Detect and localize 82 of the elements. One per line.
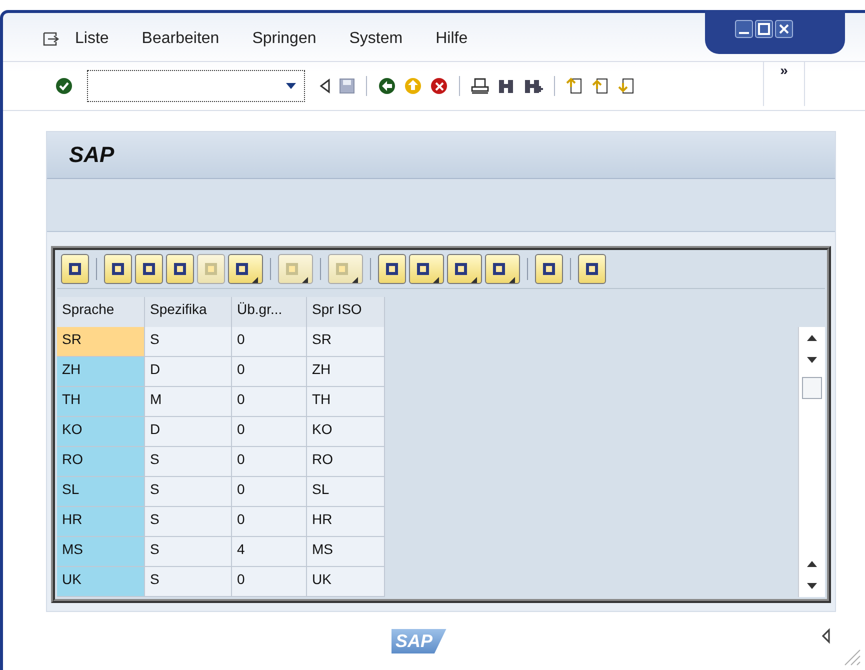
document-button[interactable] [378, 254, 406, 284]
table-cell: S [145, 447, 232, 477]
table-cell: SR [307, 327, 385, 357]
table-cell: SL [307, 477, 385, 507]
table-cell: MS [57, 537, 145, 567]
filter-funnel-button[interactable] [135, 254, 163, 284]
table-cell: HR [307, 507, 385, 537]
table-cell: M [145, 387, 232, 417]
scroll-thumb[interactable] [802, 377, 822, 399]
triangle-left-icon[interactable] [319, 78, 331, 94]
filter-button[interactable] [228, 254, 263, 284]
table-cell: RO [307, 447, 385, 477]
triangle-left-icon[interactable] [821, 628, 831, 644]
screen-title: SAP [69, 142, 114, 168]
table-cell: S [145, 537, 232, 567]
table-cell: SL [57, 477, 145, 507]
table-cell: 0 [232, 417, 307, 447]
table-cell: UK [307, 567, 385, 597]
table-cell: ZH [307, 357, 385, 387]
table-cell: 4 [232, 537, 307, 567]
menu-item[interactable]: Hilfe [436, 30, 468, 48]
more-button[interactable]: » [763, 62, 805, 106]
menu-exit-icon[interactable] [43, 32, 59, 46]
dropdown-caret-icon [252, 277, 258, 283]
menu-item[interactable]: System [349, 30, 403, 48]
menu-item[interactable]: Bearbeiten [142, 30, 220, 48]
chart-button[interactable] [535, 254, 563, 284]
table-cell: S [145, 567, 232, 597]
column-header[interactable]: Sprache [57, 297, 145, 327]
column-header[interactable]: Spr ISO [307, 297, 385, 327]
close-icon[interactable] [775, 20, 793, 38]
scrollbar[interactable] [798, 327, 825, 597]
table-cell: 0 [232, 567, 307, 597]
zoom-button[interactable] [61, 254, 89, 284]
menu-item[interactable]: Springen [252, 30, 316, 48]
back-icon[interactable] [378, 77, 396, 95]
export-button[interactable] [447, 254, 482, 284]
page-down-icon[interactable] [618, 77, 636, 95]
table-cell: D [145, 417, 232, 447]
table-cell: 0 [232, 447, 307, 477]
check-icon[interactable] [55, 77, 73, 95]
menu-item[interactable]: Liste [75, 30, 109, 48]
table-cell: RO [57, 447, 145, 477]
column-header[interactable]: Üb.gr... [232, 297, 307, 327]
table-cell: 0 [232, 507, 307, 537]
dropdown-caret-icon [302, 277, 308, 283]
table-cell: UK [57, 567, 145, 597]
page-up-icon[interactable] [592, 77, 610, 95]
table-cell: 0 [232, 327, 307, 357]
print-button[interactable] [104, 254, 132, 284]
info-button[interactable] [578, 254, 606, 284]
table-cell: HR [57, 507, 145, 537]
command-field[interactable] [87, 70, 305, 102]
table-cell: SR [57, 327, 145, 357]
dropdown-caret-icon [352, 277, 358, 283]
table-button[interactable] [485, 254, 520, 284]
table-cell: S [145, 327, 232, 357]
table-cell: S [145, 507, 232, 537]
table-cell: KO [307, 417, 385, 447]
layout-button[interactable] [409, 254, 444, 284]
table-cell: S [145, 477, 232, 507]
table-cell: TH [57, 387, 145, 417]
dropdown-caret-icon[interactable] [286, 83, 296, 89]
minimize-icon[interactable] [735, 20, 753, 38]
table-cell: ZH [57, 357, 145, 387]
sap-logo: SAP [391, 628, 446, 654]
dropdown-caret-icon [471, 277, 477, 283]
page-first-icon[interactable] [566, 77, 584, 95]
table-cell: 0 [232, 387, 307, 417]
table-cell: D [145, 357, 232, 387]
table-cell: TH [307, 387, 385, 417]
column-header[interactable]: Spezifika [145, 297, 232, 327]
dropdown-caret-icon [433, 277, 439, 283]
cancel-icon[interactable] [430, 77, 448, 95]
table-cell: 0 [232, 357, 307, 387]
dropdown-caret-icon [509, 277, 515, 283]
table-cell: KO [57, 417, 145, 447]
save-icon[interactable] [339, 78, 355, 94]
binoculars-button[interactable] [166, 254, 194, 284]
table-cell: MS [307, 537, 385, 567]
maximize-icon[interactable] [755, 20, 773, 38]
table-cell: 0 [232, 477, 307, 507]
